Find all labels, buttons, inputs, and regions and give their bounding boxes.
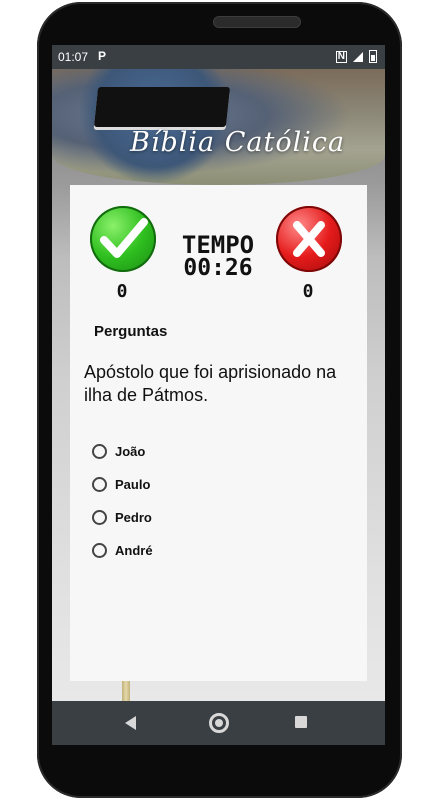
answer-option[interactable]: João [92, 435, 153, 468]
section-title: Perguntas [94, 323, 168, 340]
battery-icon [369, 50, 377, 63]
status-icons: N [335, 50, 377, 63]
answer-option[interactable]: André [92, 534, 153, 567]
answer-option-label: André [115, 543, 153, 558]
answer-option-label: Pedro [115, 510, 152, 525]
navigation-bar [52, 701, 385, 745]
answer-options: João Paulo Pedro André [92, 435, 153, 567]
answer-option-label: João [115, 444, 146, 459]
app-title: Bíblia Católica [130, 127, 346, 158]
recent-square-icon[interactable] [295, 716, 307, 728]
x-icon [276, 206, 342, 272]
timer-value: 00:26 [183, 255, 253, 281]
back-triangle-icon[interactable] [125, 716, 136, 730]
check-icon [90, 206, 156, 272]
screen: 01:07 P N Bíblia Católica TEMPO 00:26 0 [52, 45, 385, 745]
radio-button[interactable] [92, 477, 107, 492]
wrong-count: 0 [302, 281, 314, 302]
radio-button[interactable] [92, 510, 107, 525]
status-time: 01:07 [58, 50, 89, 64]
home-circle-icon[interactable] [209, 713, 229, 733]
nfc-icon: N [335, 50, 347, 63]
header-banner: Bíblia Católica [52, 69, 385, 185]
answer-option-label: Paulo [115, 477, 151, 492]
answer-option[interactable]: Pedro [92, 501, 153, 534]
phone-speaker [213, 16, 301, 28]
radio-button[interactable] [92, 543, 107, 558]
correct-count: 0 [116, 281, 128, 302]
signal-icon [353, 51, 363, 62]
bible-book-image [93, 87, 231, 127]
quiz-card: TEMPO 00:26 0 0 Perguntas Apóstolo que f… [70, 185, 367, 681]
answer-option[interactable]: Paulo [92, 468, 153, 501]
question-text: Apóstolo que foi aprisionado na ilha de … [84, 362, 337, 405]
radio-button[interactable] [92, 444, 107, 459]
app-notification-icon: P [98, 49, 107, 63]
status-bar: 01:07 P N [52, 45, 385, 69]
